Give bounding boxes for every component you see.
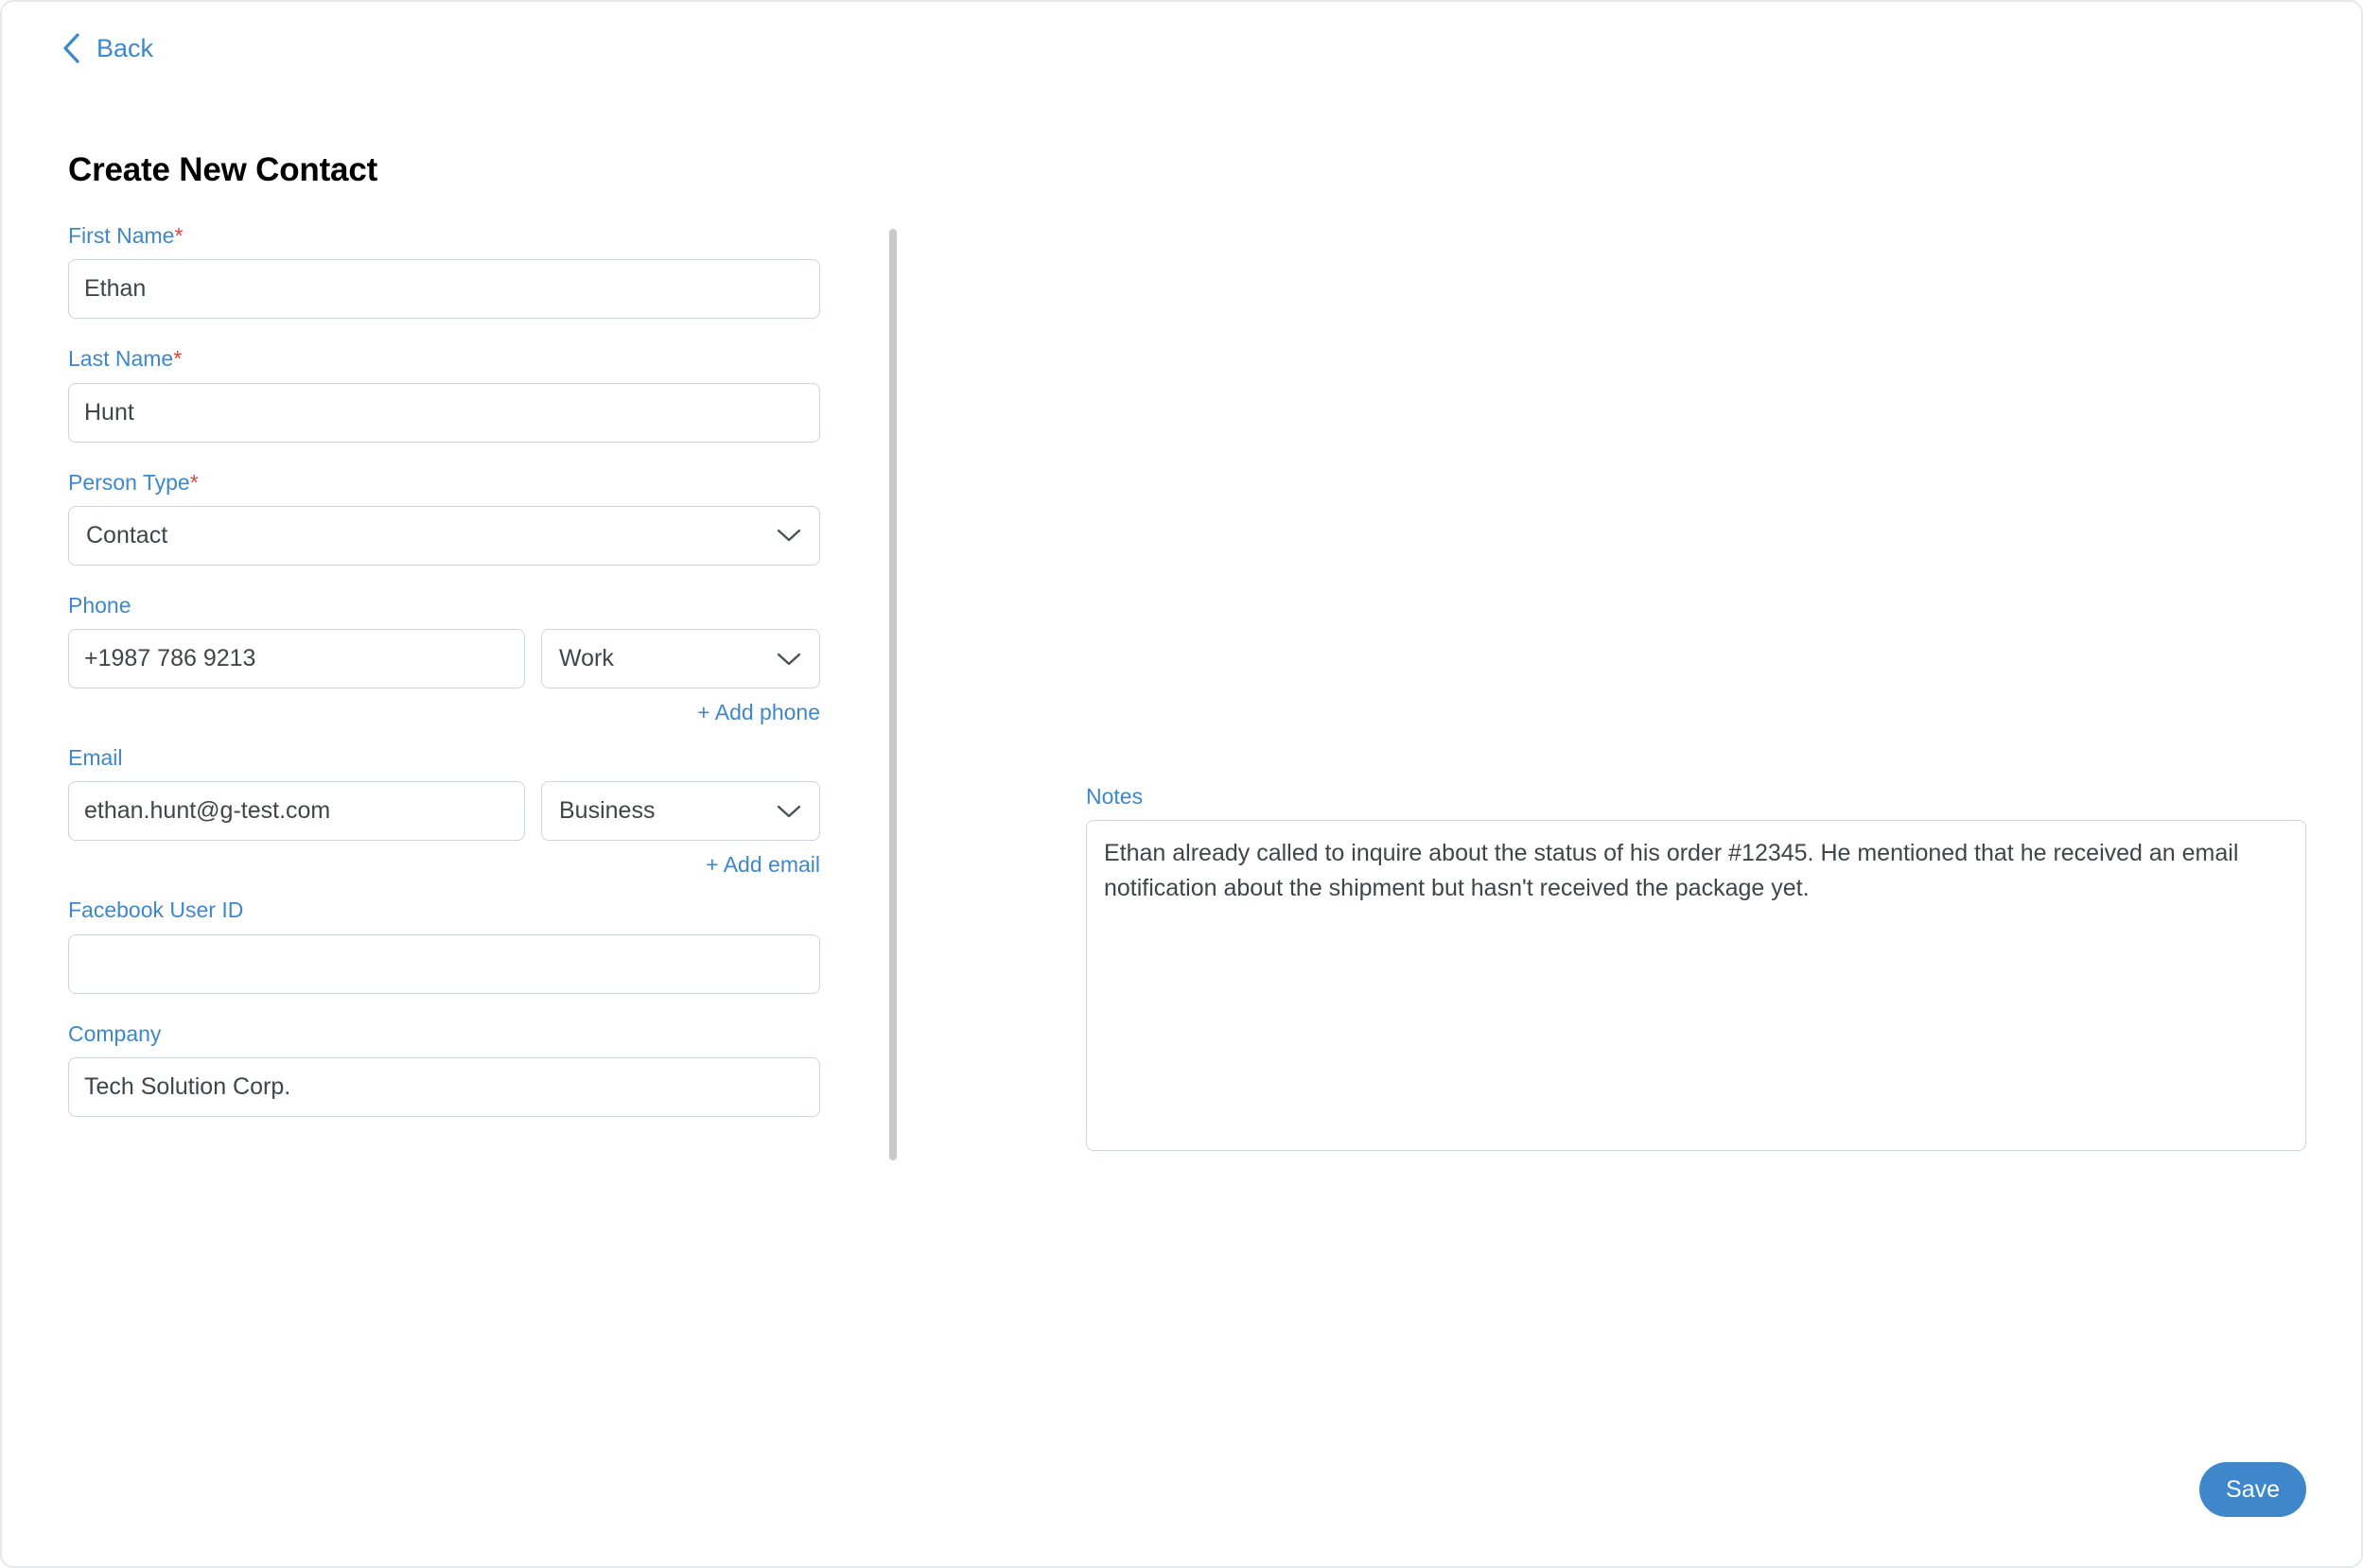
company-label: Company <box>68 1020 162 1046</box>
field-company: Company <box>68 1020 820 1118</box>
field-person-type: Person Type* Contact <box>68 469 820 566</box>
back-button[interactable]: Back <box>61 32 153 64</box>
field-phone: Phone Work <box>68 592 820 725</box>
column-divider <box>889 229 897 1160</box>
first-name-label: First Name* <box>68 223 820 248</box>
required-marker: * <box>173 346 183 372</box>
phone-type-wrap: Work <box>541 629 820 689</box>
back-label: Back <box>96 33 154 62</box>
field-email: Email Business <box>68 745 820 878</box>
email-type-select-wrap: Business <box>541 781 820 842</box>
page-title: Create New Contact <box>68 151 378 189</box>
first-name-input[interactable] <box>68 259 820 320</box>
required-marker: * <box>189 469 199 495</box>
last-name-label: Last Name* <box>68 347 820 371</box>
person-type-select-wrap: Contact <box>68 505 820 566</box>
create-contact-page: Back Create New Contact First Name* Last… <box>0 0 2363 1568</box>
contact-form: First Name* Last Name* Person Type* Cont… <box>68 223 820 1145</box>
last-name-label-text: Last Name <box>68 346 174 372</box>
add-phone-link[interactable]: + Add phone <box>68 700 820 725</box>
first-name-label-text: First Name <box>68 223 175 248</box>
required-marker: * <box>174 223 184 248</box>
company-input[interactable] <box>68 1057 820 1118</box>
email-input-wrap <box>68 781 525 842</box>
facebook-user-id-label: Facebook User ID <box>68 897 244 923</box>
phone-row: Work <box>68 629 820 689</box>
person-type-value: Contact <box>86 521 168 549</box>
email-type-wrap: Business <box>541 781 820 842</box>
field-facebook-user-id: Facebook User ID <box>68 897 820 994</box>
field-first-name: First Name* <box>68 223 820 320</box>
email-input[interactable] <box>68 781 525 842</box>
email-label: Email <box>68 745 123 771</box>
last-name-input[interactable] <box>68 382 820 443</box>
add-email-link[interactable]: + Add email <box>68 852 820 878</box>
person-type-label-text: Person Type <box>68 469 190 495</box>
person-type-label: Person Type* <box>68 469 820 495</box>
phone-type-value: Work <box>559 645 614 672</box>
phone-type-select[interactable]: Work <box>541 629 820 689</box>
person-type-select[interactable]: Contact <box>68 505 820 566</box>
notes-block: Notes <box>1086 784 2306 1156</box>
phone-type-select-wrap: Work <box>541 629 820 689</box>
notes-textarea[interactable] <box>1086 820 2306 1152</box>
phone-label: Phone <box>68 592 131 618</box>
field-last-name: Last Name* <box>68 347 820 443</box>
email-type-select[interactable]: Business <box>541 781 820 842</box>
phone-input[interactable] <box>68 629 525 689</box>
chevron-left-icon <box>61 32 81 64</box>
email-row: Business <box>68 781 820 842</box>
email-type-value: Business <box>559 797 656 825</box>
save-button[interactable]: Save <box>2199 1462 2306 1517</box>
facebook-user-id-input[interactable] <box>68 933 820 994</box>
phone-input-wrap <box>68 629 525 689</box>
notes-label: Notes <box>1086 784 1144 809</box>
